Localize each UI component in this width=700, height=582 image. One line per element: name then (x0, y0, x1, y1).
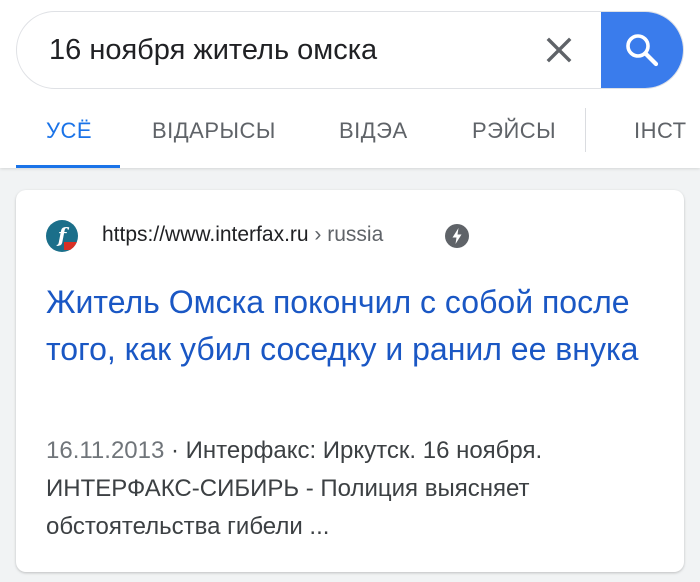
result-url-path: › russia (308, 223, 384, 246)
search-box[interactable] (16, 11, 684, 89)
search-result-card: f https://www.interfax.ru › russia Жител… (16, 190, 684, 572)
search-tabs: УСЁ ВІДАРЫСЫ ВІДЭА РЭЙСЫ ІНСТ (0, 104, 700, 168)
tab-divider (585, 108, 586, 152)
tab-all[interactable]: УСЁ (46, 118, 92, 144)
result-snippet: 16.11.2013 · Интерфакс: Иркутск. 16 нояб… (46, 432, 656, 546)
tab-flights[interactable]: РЭЙСЫ (472, 118, 556, 144)
result-date: 16.11.2013 (46, 437, 165, 464)
search-header: УСЁ ВІДАРЫСЫ ВІДЭА РЭЙСЫ ІНСТ (0, 0, 700, 168)
site-favicon: f (46, 220, 78, 252)
active-tab-indicator (16, 165, 120, 168)
clear-search-button[interactable] (535, 26, 583, 74)
tab-tools[interactable]: ІНСТ (634, 118, 687, 144)
tab-videos[interactable]: ВІДЭА (339, 118, 408, 144)
amp-lightning-icon[interactable] (444, 223, 470, 249)
close-icon (546, 37, 572, 63)
search-input[interactable] (49, 12, 519, 88)
search-button[interactable] (601, 12, 683, 88)
tab-images[interactable]: ВІДАРЫСЫ (152, 118, 276, 144)
result-title-link[interactable]: Житель Омска покончил с собой после того… (46, 279, 646, 373)
search-icon (626, 34, 659, 67)
result-url[interactable]: https://www.interfax.ru › russia (102, 223, 383, 247)
result-url-domain: https://www.interfax.ru (102, 223, 309, 246)
favicon-badge (64, 242, 78, 250)
